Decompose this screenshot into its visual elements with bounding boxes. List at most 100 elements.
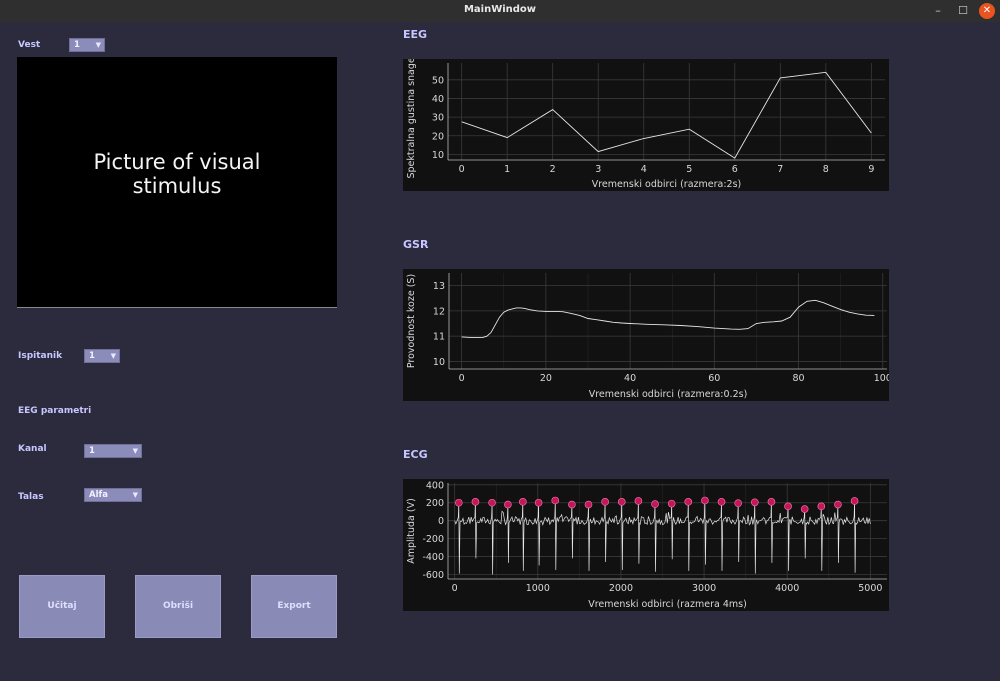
r-peak-marker [601, 498, 609, 506]
x-tick-label: 2000 [609, 583, 633, 594]
r-peak-marker [551, 496, 560, 505]
r-peak-marker [667, 499, 676, 508]
x-tick-label: 5000 [858, 583, 882, 594]
r-peak-marker [767, 498, 776, 506]
r-peak-marker [834, 500, 842, 509]
y-tick-label: 10 [433, 357, 445, 368]
r-peak-marker [701, 496, 709, 505]
x-tick-label: 0 [459, 164, 465, 175]
r-peak-marker [784, 502, 792, 511]
x-tick-label: 60 [708, 373, 720, 384]
x-axis-label: Vremenski odbirci (razmera:0.2s) [589, 389, 748, 400]
r-peak-marker [800, 505, 809, 513]
vest-combo[interactable]: 1 ▼ [69, 38, 105, 52]
x-tick-label: 4 [641, 164, 647, 175]
maximize-button[interactable]: ☐ [955, 3, 971, 19]
eeg-section-title: EEG [403, 28, 428, 41]
chevron-down-icon: ▼ [110, 352, 116, 360]
ecg-section-title: ECG [403, 448, 428, 461]
y-tick-label: -600 [422, 570, 444, 581]
vest-label: Vest [18, 40, 41, 50]
kanal-value: 1 [89, 446, 95, 456]
chevron-down-icon: ▼ [95, 41, 101, 49]
r-peak-marker [684, 498, 693, 506]
vest-value: 1 [74, 40, 80, 50]
ispitanik-combo[interactable]: 1 ▼ [84, 349, 120, 363]
x-tick-label: 8 [823, 164, 829, 175]
y-axis-label: Provodnost koze (S) [406, 274, 417, 368]
y-tick-label: 30 [432, 113, 444, 124]
talas-combo[interactable]: Alfa ▼ [84, 488, 142, 502]
talas-label: Talas [18, 492, 44, 502]
gsr-section-title: GSR [403, 238, 429, 251]
gsr-chart: 0 20 40 60 80 100 10 11 12 13 Vremenski odbirci (r… [403, 269, 889, 401]
r-peak-marker [568, 500, 576, 509]
kanal-combo[interactable]: 1 ▼ [84, 444, 142, 458]
r-peak-marker [488, 498, 496, 507]
x-tick-label: 6 [732, 164, 738, 175]
r-peak-marker [734, 499, 742, 507]
y-tick-label: 13 [433, 281, 445, 292]
x-tick-label: 0 [459, 373, 465, 384]
x-tick-label: 5 [686, 164, 692, 175]
y-axis-label: Amplituda (V) [406, 498, 417, 564]
eeg-chart: 0 1 2 3 4 5 6 7 8 9 10 20 30 40 50 Vremenski odbirci (r… [403, 59, 889, 191]
r-peak-marker [751, 498, 759, 507]
ispitanik-label: Ispitanik [18, 351, 63, 361]
stimulus-image: Picture of visual stimulus [17, 57, 337, 308]
eeg-plot: 0 1 2 3 4 5 6 7 8 9 10 20 30 40 50 Vremenski odbirci (r… [406, 59, 885, 190]
x-tick-label: 1000 [526, 583, 550, 594]
r-peak-marker [850, 497, 859, 505]
x-tick-label: 9 [868, 164, 874, 175]
kanal-label: Kanal [18, 444, 47, 454]
y-tick-label: 12 [433, 306, 445, 317]
y-tick-label: 200 [426, 498, 444, 509]
window-title: MainWindow [463, 4, 537, 15]
y-tick-label: 0 [438, 516, 444, 527]
export-button[interactable]: Export [251, 575, 337, 638]
talas-value: Alfa [89, 490, 108, 500]
y-axis-label: Spektralna gustina snage (n [406, 59, 417, 179]
x-tick-label: 0 [452, 583, 458, 594]
y-tick-label: 11 [433, 332, 445, 343]
gsr-plot: 0 20 40 60 80 100 10 11 12 13 Vremenski odbirci (r… [406, 273, 889, 400]
x-tick-label: 3 [595, 164, 601, 175]
y-tick-label: 40 [432, 94, 444, 105]
r-peak-marker [817, 502, 826, 511]
r-peak-marker [455, 498, 463, 507]
eeg-series-line [461, 71, 872, 159]
r-peak-marker [584, 500, 593, 509]
chevron-down-icon: ▼ [132, 447, 138, 455]
x-tick-label: 3000 [692, 583, 716, 594]
x-tick-label: 20 [540, 373, 552, 384]
gsr-series-line [461, 299, 875, 338]
r-peak-marker [534, 498, 543, 507]
close-button[interactable]: ✕ [979, 3, 995, 19]
y-tick-label: 10 [432, 150, 444, 161]
y-tick-label: -200 [422, 534, 444, 545]
eeg-params-label: EEG parametri [18, 406, 92, 416]
x-tick-label: 7 [777, 164, 783, 175]
x-tick-label: 4000 [775, 583, 799, 594]
ecg-chart: 0 1000 2000 3000 4000 5000 400 200 0 -200 -400 -600… [403, 479, 889, 611]
r-peak-marker [471, 498, 480, 506]
y-tick-label: 20 [432, 131, 444, 142]
obrisi-button[interactable]: Obriši [135, 575, 221, 638]
x-axis-label: Vremenski odbirci (razmera:2s) [592, 179, 742, 190]
r-peak-marker [651, 500, 659, 508]
minimize-button[interactable]: – [930, 3, 946, 19]
r-peak-marker [519, 498, 527, 506]
chevron-down-icon: ▼ [132, 491, 138, 499]
y-tick-label: -400 [422, 552, 444, 563]
x-tick-label: 40 [624, 373, 636, 384]
y-tick-label: 50 [432, 75, 444, 86]
x-tick-label: 80 [793, 373, 805, 384]
x-tick-label: 1 [504, 164, 510, 175]
x-tick-label: 2 [550, 164, 556, 175]
ecg-plot: 0 1000 2000 3000 4000 50004002000-200-400-600… [406, 480, 887, 610]
ucitaj-button[interactable]: Učitaj [19, 575, 105, 638]
title-bar: MainWindow – ☐ ✕ [0, 0, 1000, 22]
x-axis-label: Vremenski odbirci (razmera 4ms) [588, 599, 747, 610]
ispitanik-value: 1 [89, 351, 95, 361]
r-peak-marker [634, 497, 643, 505]
